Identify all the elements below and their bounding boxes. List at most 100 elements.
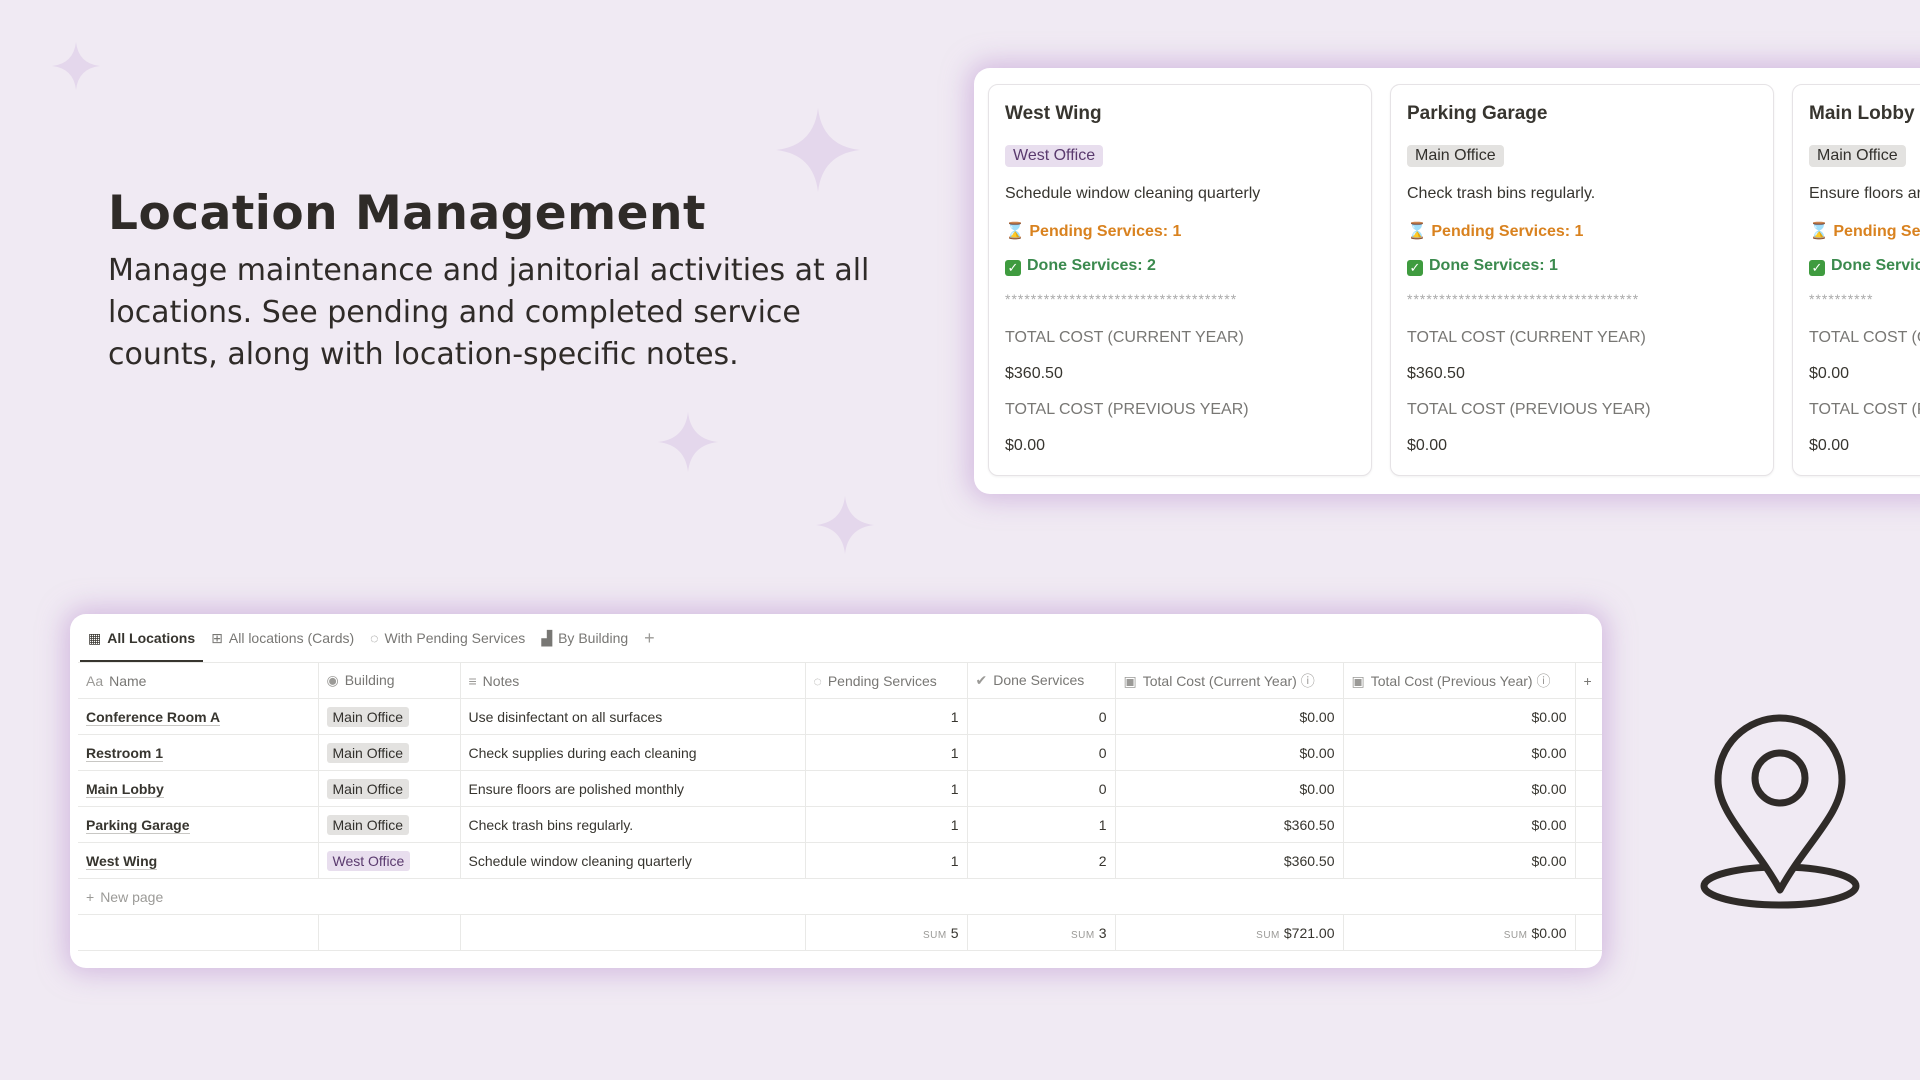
- sum-pending[interactable]: SUM 5: [805, 914, 968, 951]
- row-name[interactable]: Conference Room A: [86, 708, 221, 726]
- pending-services: ⌛ Pending Services: 1: [1005, 223, 1182, 240]
- building-tag: Main Office: [326, 742, 410, 763]
- sum-cost-current[interactable]: SUM $721.00: [1115, 914, 1344, 951]
- check-icon: ✓: [1407, 260, 1423, 276]
- sum-cost-previous[interactable]: SUM $0.00: [1343, 914, 1576, 951]
- table-row[interactable]: Restroom 1 Main Office Check supplies du…: [78, 734, 1602, 771]
- row-pending[interactable]: 1: [805, 698, 968, 735]
- row-done[interactable]: 0: [967, 698, 1116, 735]
- relation-icon: ◉: [326, 672, 339, 688]
- cost-current-label: TOTAL COST (CURRENT YEAR): [1407, 329, 1646, 346]
- add-column-button[interactable]: +: [1575, 662, 1602, 699]
- hourglass-icon: ⌛: [1005, 223, 1025, 240]
- table-row[interactable]: Parking Garage Main Office Check trash b…: [78, 806, 1602, 843]
- location-card[interactable]: Main Lobby Main Office Ensure floors ar …: [1792, 84, 1920, 476]
- tab-by-building[interactable]: ▟ By Building: [533, 614, 636, 662]
- separator: ************************************: [1005, 291, 1238, 307]
- sparkle-icon: [776, 108, 860, 192]
- row-cost-previous[interactable]: $0.00: [1343, 734, 1576, 771]
- money-icon: ▣: [1351, 672, 1365, 689]
- column-header-notes[interactable]: ≡ Notes: [460, 662, 806, 699]
- cost-previous-value: $0.00: [1809, 437, 1850, 454]
- row-cost-current[interactable]: $360.50: [1115, 806, 1344, 843]
- column-header-name[interactable]: Aa Name: [78, 662, 319, 699]
- row-done[interactable]: 0: [967, 770, 1116, 807]
- done-services: ✓ Done Services: 1: [1407, 257, 1558, 276]
- sum-row: SUM 5 SUM 3 SUM $721.00 SUM $0.00: [78, 914, 1602, 951]
- tab-with-pending-services[interactable]: ◌ With Pending Services: [362, 614, 533, 662]
- row-cost-current[interactable]: $360.50: [1115, 842, 1344, 879]
- row-pending[interactable]: 1: [805, 734, 968, 771]
- row-notes[interactable]: Ensure floors are polished monthly: [460, 770, 806, 807]
- bar-chart-icon: ▟: [541, 629, 553, 646]
- sparkle-icon: [816, 496, 874, 554]
- sum-done[interactable]: SUM 3: [967, 914, 1116, 951]
- row-cost-current[interactable]: $0.00: [1115, 698, 1344, 735]
- locations-table-panel: ▦ All Locations ⊞ All locations (Cards) …: [70, 614, 1602, 968]
- info-icon: ⓘ: [1536, 672, 1551, 689]
- row-done[interactable]: 2: [967, 842, 1116, 879]
- table-icon: ▦: [88, 629, 102, 646]
- row-cost-previous[interactable]: $0.00: [1343, 806, 1576, 843]
- tab-all-locations-cards[interactable]: ⊞ All locations (Cards): [203, 614, 362, 662]
- row-name[interactable]: Main Lobby: [86, 780, 164, 798]
- row-cost-previous[interactable]: $0.00: [1343, 770, 1576, 807]
- lines-icon: ≡: [468, 672, 477, 689]
- table-row[interactable]: West Wing West Office Schedule window cl…: [78, 842, 1602, 879]
- building-tag: West Office: [1005, 145, 1104, 167]
- column-header-building[interactable]: ◉ Building: [318, 662, 461, 699]
- table-row[interactable]: Main Lobby Main Office Ensure floors are…: [78, 770, 1602, 807]
- row-done[interactable]: 0: [967, 734, 1116, 771]
- row-name[interactable]: West Wing: [86, 852, 158, 870]
- row-pending[interactable]: 1: [805, 842, 968, 879]
- row-cost-previous[interactable]: $0.00: [1343, 698, 1576, 735]
- done-services: ✓ Done Servic: [1809, 257, 1920, 276]
- new-page-button[interactable]: New page: [100, 889, 163, 905]
- column-header-pending-services[interactable]: ◌ Pending Services: [805, 662, 968, 699]
- row-notes[interactable]: Use disinfectant on all surfaces: [460, 698, 806, 735]
- row-done[interactable]: 1: [967, 806, 1116, 843]
- card-title: Main Lobby: [1809, 103, 1915, 124]
- row-pending[interactable]: 1: [805, 806, 968, 843]
- check-circle-icon: ✔: [975, 672, 988, 688]
- hourglass-icon: ⌛: [1809, 223, 1829, 240]
- rollup-icon: ◌: [813, 672, 822, 689]
- column-header-cost-current[interactable]: ▣ Total Cost (Current Year) ⓘ: [1115, 662, 1344, 699]
- card-note: Ensure floors ar: [1809, 185, 1920, 202]
- cost-previous-label: TOTAL COST (P: [1809, 401, 1920, 418]
- text-type-icon: Aa: [86, 672, 104, 689]
- cost-previous-value: $0.00: [1407, 437, 1448, 454]
- check-icon: ✓: [1005, 260, 1021, 276]
- card-title: Parking Garage: [1407, 103, 1548, 124]
- building-tag: Main Office: [1809, 145, 1906, 167]
- row-cost-current[interactable]: $0.00: [1115, 734, 1344, 771]
- column-header-cost-previous[interactable]: ▣ Total Cost (Previous Year) ⓘ: [1343, 662, 1576, 699]
- separator: ************************************: [1407, 291, 1640, 307]
- row-name[interactable]: Restroom 1: [86, 744, 164, 762]
- row-name[interactable]: Parking Garage: [86, 816, 190, 834]
- building-tag: Main Office: [326, 814, 410, 835]
- page-description: Manage maintenance and janitorial activi…: [108, 253, 870, 372]
- location-card[interactable]: West Wing West Office Schedule window cl…: [988, 84, 1372, 476]
- table-header-row: Aa Name ◉ Building ≡ Notes ◌ Pending Service…: [78, 662, 1602, 699]
- row-notes[interactable]: Check supplies during each cleaning: [460, 734, 806, 771]
- view-tabs: ▦ All Locations ⊞ All locations (Cards) …: [80, 614, 663, 662]
- row-cost-previous[interactable]: $0.00: [1343, 842, 1576, 879]
- cost-current-value: $0.00: [1809, 365, 1850, 382]
- add-view-button[interactable]: +: [636, 628, 663, 649]
- sparkle-icon: [52, 42, 100, 90]
- page-title: Location Management: [108, 186, 706, 241]
- row-pending[interactable]: 1: [805, 770, 968, 807]
- new-page-row[interactable]: + New page: [78, 878, 1602, 915]
- column-header-done-services[interactable]: ✔ Done Services: [967, 662, 1116, 699]
- card-note: Schedule window cleaning quarterly: [1005, 185, 1261, 202]
- tab-all-locations[interactable]: ▦ All Locations: [80, 614, 204, 662]
- row-notes[interactable]: Schedule window cleaning quarterly: [460, 842, 806, 879]
- row-notes[interactable]: Check trash bins regularly.: [460, 806, 806, 843]
- cost-previous-label: TOTAL COST (PREVIOUS YEAR): [1005, 401, 1249, 418]
- location-card[interactable]: Parking Garage Main Office Check trash b…: [1390, 84, 1774, 476]
- cost-previous-value: $0.00: [1005, 437, 1046, 454]
- table-row[interactable]: Conference Room A Main Office Use disinf…: [78, 698, 1602, 735]
- row-cost-current[interactable]: $0.00: [1115, 770, 1344, 807]
- gallery-icon: ⊞: [211, 629, 223, 646]
